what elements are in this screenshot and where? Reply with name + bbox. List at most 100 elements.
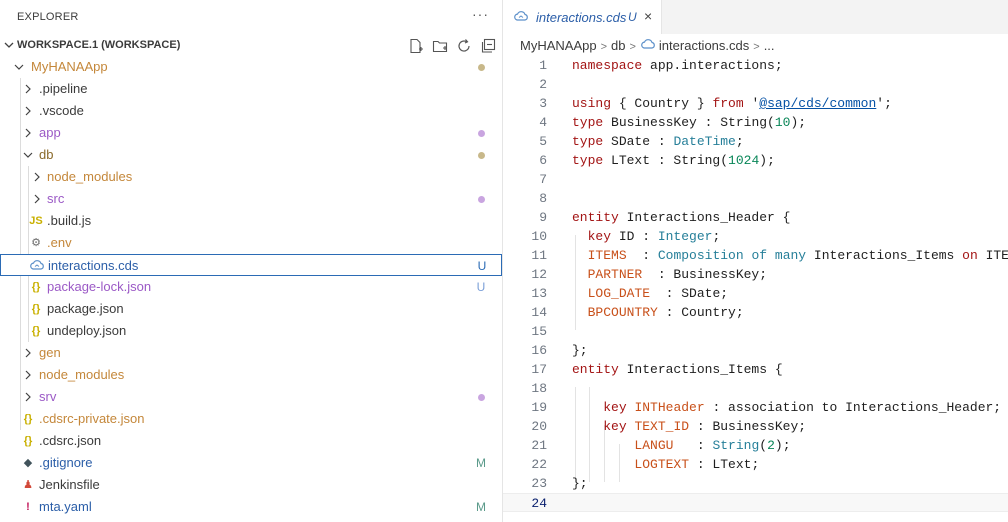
more-actions-icon[interactable]: ··· — [472, 6, 489, 22]
tree-folder-node-modules[interactable]: node_modules — [0, 166, 502, 188]
chevron-right-icon — [31, 166, 43, 188]
refresh-icon[interactable] — [456, 38, 472, 54]
code-line[interactable]: 2 — [503, 75, 1008, 94]
tree-file-cdsrc-json[interactable]: {} .cdsrc.json — [0, 430, 502, 452]
tree-folder-app[interactable]: app — [0, 122, 502, 144]
code-token: INTHeader — [634, 400, 705, 415]
tree-folder-myhanaapp[interactable]: MyHANAApp — [0, 56, 502, 78]
tree-file-jenkinsfile[interactable]: ♟ Jenkinsfile — [0, 474, 502, 496]
code-line[interactable]: 9 entity Interactions_Header { — [503, 208, 1008, 227]
code-line[interactable]: 1 namespace app.interactions; — [503, 56, 1008, 75]
code-token: Interactions_Items — [806, 248, 963, 263]
tree-folder-pipeline[interactable]: .pipeline — [0, 78, 502, 100]
tab-interactions-cds[interactable]: interactions.cds U × — [503, 0, 662, 34]
code-line[interactable]: 20 key TEXT_ID : BusinessKey; — [503, 417, 1008, 436]
modified-dot-icon — [474, 386, 488, 408]
tree-file-mta-yaml[interactable]: ! mta.yaml M — [0, 496, 502, 518]
chevron-right-icon — [22, 100, 34, 122]
code-editor[interactable]: 1 namespace app.interactions; 2 3 using { Co… — [503, 55, 1008, 522]
tree-folder-src[interactable]: src — [0, 188, 502, 210]
code-line[interactable]: 8 — [503, 189, 1008, 208]
code-line[interactable]: 15 — [503, 322, 1008, 341]
code-token: String — [712, 438, 760, 453]
git-status-badge: U — [476, 280, 486, 294]
tree-file-undeploy-json[interactable]: {} undeploy.json — [0, 320, 502, 342]
tree-folder-gen[interactable]: gen — [0, 342, 502, 364]
breadcrumb-item-symbols[interactable]: ... — [764, 38, 775, 53]
code-line[interactable]: 7 — [503, 170, 1008, 189]
code-token: : — [673, 438, 713, 453]
code-token: 1024 — [728, 153, 760, 168]
code-token: ); — [759, 153, 775, 168]
code-line[interactable]: 17 entity Interactions_Items { — [503, 360, 1008, 379]
gear-icon: ⚙ — [31, 237, 41, 249]
tree-folder-vscode[interactable]: .vscode — [0, 100, 502, 122]
new-file-icon[interactable] — [408, 38, 424, 54]
collapse-all-icon[interactable] — [480, 38, 496, 54]
tree-item-label: package-lock.json — [47, 279, 152, 294]
code-line[interactable]: 23}; — [503, 474, 1008, 493]
tree-file-gitignore[interactable]: ◆ .gitignore M — [0, 452, 502, 474]
tree-file-interactions-cds[interactable]: interactions.cds U — [0, 254, 502, 276]
code-line[interactable]: 18 — [503, 379, 1008, 398]
explorer-panel: EXPLORER ··· WORKSPACE.1 (WORKSPACE) MyH… — [0, 0, 502, 522]
code-token: of — [751, 248, 768, 263]
code-line[interactable]: 11 ITEMS : Composition of many Interacti… — [503, 246, 1008, 265]
tree-folder-db[interactable]: db — [0, 144, 502, 166]
code-line[interactable]: 21 LANGU : String(2); — [503, 436, 1008, 455]
code-line[interactable]: 3 using { Country } from '@sap/cds/common… — [503, 94, 1008, 113]
tree-file-package-lock-json[interactable]: {} package-lock.json U — [0, 276, 502, 298]
code-line[interactable]: 5 type SDate : DateTime; — [503, 132, 1008, 151]
explorer-title: EXPLORER — [17, 11, 79, 23]
tree-item-label: .gitignore — [39, 455, 93, 470]
code-line[interactable]: 6 type LText : String(1024); — [503, 151, 1008, 170]
code-text: ITEMS : Composition of many Interactions… — [572, 246, 1008, 265]
code-line[interactable]: 22 LOGTEXT : LText; — [503, 455, 1008, 474]
tree-item-label: app — [39, 125, 61, 140]
tree-folder-node-modules[interactable]: node_modules — [0, 364, 502, 386]
code-line[interactable]: 13 LOG_DATE : SDate; — [503, 284, 1008, 303]
code-line[interactable]: 19 key INTHeader : association to Intera… — [503, 398, 1008, 417]
close-icon[interactable]: × — [644, 8, 658, 24]
code-text: LANGU : String(2); — [572, 436, 790, 455]
workspace-label: WORKSPACE.1 (WORKSPACE) — [17, 39, 181, 51]
code-token: type — [572, 134, 604, 149]
line-number: 15 — [531, 324, 547, 339]
new-folder-icon[interactable] — [432, 38, 448, 54]
code-text: using { Country } from '@sap/cds/common'… — [572, 94, 892, 113]
code-text: namespace app.interactions; — [572, 56, 783, 75]
tree-file-package-json[interactable]: {} package.json — [0, 298, 502, 320]
code-token: }; — [572, 476, 588, 491]
breadcrumb-item-myhanaapp[interactable]: MyHANAApp — [520, 38, 597, 53]
code-line[interactable]: 24 — [503, 493, 1008, 512]
json-icon: {} — [31, 325, 41, 337]
tree-file-cdsrc-private-json[interactable]: {} .cdsrc-private.json — [0, 408, 502, 430]
code-line[interactable]: 12 PARTNER : BusinessKey; — [503, 265, 1008, 284]
json-icon: {} — [31, 281, 41, 293]
breadcrumb-item-db[interactable]: db — [611, 38, 625, 53]
breadcrumb-item-file[interactable]: interactions.cds — [659, 38, 749, 53]
tab-bar: interactions.cds U × — [503, 0, 1008, 34]
cds-icon — [513, 9, 529, 25]
code-token: LANGU — [634, 438, 674, 453]
tree-folder-srv[interactable]: srv — [0, 386, 502, 408]
tree-file-env[interactable]: ⚙ .env — [0, 232, 502, 254]
code-token: : BusinessKey; — [642, 267, 768, 282]
code-text: }; — [572, 474, 588, 493]
code-token: TEXT_ID — [634, 419, 690, 434]
code-token: ( — [759, 438, 768, 453]
tree-file-build-js[interactable]: JS .build.js — [0, 210, 502, 232]
code-line[interactable]: 14 BPCOUNTRY : Country; — [503, 303, 1008, 322]
workspace-header[interactable]: WORKSPACE.1 (WORKSPACE) — [0, 34, 502, 56]
code-text: entity Interactions_Items { — [572, 360, 783, 379]
code-token: many — [774, 248, 807, 263]
tree-item-label: undeploy.json — [47, 323, 127, 338]
code-line[interactable]: 10 key ID : Integer; — [503, 227, 1008, 246]
code-line[interactable]: 16}; — [503, 341, 1008, 360]
code-line[interactable]: 4 type BusinessKey : String(10); — [503, 113, 1008, 132]
code-token: : Country; — [657, 305, 744, 320]
code-token: key — [603, 400, 627, 415]
